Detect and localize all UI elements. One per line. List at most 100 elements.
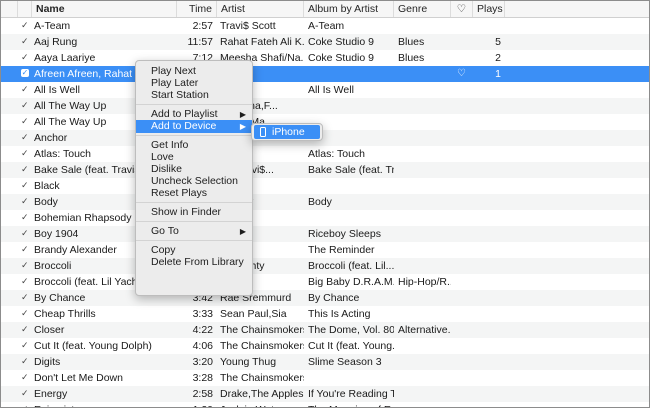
checkbox-checked-icon[interactable]: ✓	[21, 165, 30, 174]
song-genre: Hip-Hop/R...	[398, 276, 451, 288]
checkbox-checked-icon[interactable]: ✓	[21, 149, 30, 158]
song-time: 4:06	[192, 340, 213, 352]
table-row[interactable]: ✓ Closer 4:22 The Chainsmokers The Dome, Vol…	[1, 322, 649, 338]
table-row[interactable]: ✓ Digits 3:20 Young Thug Slime Season 3	[1, 354, 649, 370]
menu-item-show-in-finder[interactable]: Show in Finder	[136, 206, 252, 219]
checkbox-checked-icon[interactable]: ✓	[21, 373, 30, 382]
menu-item-label: Reset Plays	[151, 187, 208, 199]
table-row[interactable]: ✓Bake Sale (feat. Travis Scotlifa,Travi$…	[1, 162, 649, 178]
submenu-item-label: iPhone	[272, 126, 305, 138]
menu-separator	[136, 104, 252, 105]
column-header-artist[interactable]: Artist	[217, 1, 304, 17]
song-time: 2:57	[192, 20, 213, 32]
song-album: The Dome, Vol. 80	[308, 324, 394, 336]
menu-item-label: Copy	[151, 244, 176, 256]
song-plays	[473, 338, 501, 354]
column-header-bar: Name ⌃ Time Artist Album by Artist Genre…	[1, 1, 649, 18]
column-header-album[interactable]: Album by Artist	[304, 1, 394, 17]
checkbox-checked-icon[interactable]: ✓	[21, 261, 30, 270]
song-time: 2:58	[192, 388, 213, 400]
table-row[interactable]: ✓ Cheap Thrills 3:33 Sean Paul,Sia This Is A…	[1, 306, 649, 322]
song-genre	[398, 194, 451, 210]
menu-item-add-to-device[interactable]: Add to Device ▶	[136, 120, 252, 133]
table-row[interactable]: ✓ Cut It (feat. Young Dolph) 4:06 The Chain…	[1, 338, 649, 354]
column-header-name[interactable]: Name ⌃	[32, 1, 177, 17]
checkbox-checked-icon[interactable]: ✓	[21, 117, 30, 126]
song-plays	[473, 274, 501, 290]
checkbox-checked-icon[interactable]: ✓	[21, 229, 30, 238]
table-row[interactable]: ✓ Afreen Afreen, Rahat Fate 1 ♡	[1, 66, 649, 82]
checkbox-checked-icon[interactable]: ✓	[21, 357, 30, 366]
song-album	[308, 66, 394, 82]
table-row[interactable]: ✓Boy 1904AlexRiceboy Sleeps	[1, 226, 649, 242]
checkbox-checked-icon[interactable]: ✓	[21, 213, 30, 222]
table-row[interactable]: ✓Epicurists1:20Jack in WaterThe Meaning …	[1, 402, 649, 407]
song-name: Don't Let Me Down	[34, 372, 123, 384]
table-row[interactable]: ✓ Aaj Rung 11:57 Rahat Fateh Ali K... Coke S…	[1, 34, 649, 50]
table-row[interactable]: ✓ Brandy Alexander The Reminder	[1, 242, 649, 258]
song-plays	[473, 242, 501, 258]
column-header-time[interactable]: Time	[177, 1, 217, 17]
column-header-check[interactable]	[18, 1, 32, 17]
heart-outline-icon: ♡	[456, 3, 467, 15]
checkbox-checked-icon[interactable]: ✓	[21, 389, 30, 398]
column-header-love[interactable]: ♡	[451, 1, 473, 17]
table-row[interactable]: ✓ Don't Let Me Down 3:28 The Chainsmokers	[1, 370, 649, 386]
table-row[interactable]: ✓BodyDreezyBody	[1, 194, 649, 210]
song-name: Cheap Thrills	[34, 308, 96, 320]
checkbox-checked-icon[interactable]: ✓	[21, 341, 30, 350]
table-row[interactable]: ✓ Bohemian Rhapsody	[1, 210, 649, 226]
table-row[interactable]: ✓BroccoliLil YachtyBroccoli (feat. Lil..…	[1, 258, 649, 274]
checkbox-checked-icon[interactable]: ✓	[21, 293, 30, 302]
table-row[interactable]: ✓ Black	[1, 178, 649, 194]
checkbox-checked-icon[interactable]: ✓	[21, 101, 30, 110]
table-row[interactable]: ✓ Energy 2:58 Drake,The Apples... If You're …	[1, 386, 649, 402]
menu-item-label: Dislike	[151, 163, 182, 175]
column-header-genre[interactable]: Genre	[394, 1, 451, 17]
table-row[interactable]: ✓ By Chance 3:42 Rae Sremmurd By Chance	[1, 290, 649, 306]
table-row[interactable]: ✓ Anchor	[1, 130, 649, 146]
song-genre: Blues	[398, 36, 425, 48]
song-plays	[473, 130, 501, 146]
song-plays	[473, 146, 501, 162]
checkbox-checked-icon[interactable]: ✓	[21, 277, 30, 286]
song-album: Riceboy Sleeps	[308, 228, 381, 240]
menu-item-reset-plays[interactable]: Reset Plays	[136, 187, 252, 200]
menu-item-label: Delete From Library	[151, 256, 244, 268]
checkbox-checked-icon[interactable]: ✓	[21, 85, 30, 94]
menu-item-delete-from-library[interactable]: Delete From Library	[136, 256, 252, 269]
column-header-plays[interactable]: Plays	[473, 1, 505, 17]
menu-item-start-station[interactable]: Start Station	[136, 89, 252, 102]
song-genre	[398, 18, 451, 34]
submenu-item-iphone[interactable]: iPhone	[254, 125, 320, 139]
table-row[interactable]: ✓All Is WellshamAll Is Well	[1, 82, 649, 98]
menu-item-go-to[interactable]: Go To ▶	[136, 225, 252, 238]
song-plays	[473, 114, 501, 130]
table-row[interactable]: ✓All The Way UpMontana,F...	[1, 98, 649, 114]
checkbox-checked-icon[interactable]: ✓	[21, 197, 30, 206]
table-row[interactable]: ✓ Aaya Laariye 7:12 Meesha Shafi/Na... Coke …	[1, 50, 649, 66]
table-row[interactable]: ✓ Broccoli (feat. Lil Yachty) Big Baby D.R…	[1, 274, 649, 290]
song-genre	[398, 290, 451, 306]
song-genre	[398, 242, 451, 258]
menu-item-label: Love	[151, 151, 174, 163]
checkbox-checked-icon[interactable]: ✓	[21, 37, 30, 46]
checkbox-checked-icon[interactable]: ✓	[21, 69, 29, 77]
checkbox-checked-icon[interactable]: ✓	[21, 309, 30, 318]
table-row[interactable]: ✓Atlas: TouchAt LastAtlas: Touch	[1, 146, 649, 162]
checkbox-checked-icon[interactable]: ✓	[21, 245, 30, 254]
song-genre	[398, 386, 451, 402]
checkbox-checked-icon[interactable]: ✓	[21, 325, 30, 334]
table-row[interactable]: ✓ A-Team 2:57 Travi$ Scott A-Team	[1, 18, 649, 34]
checkbox-checked-icon[interactable]: ✓	[21, 53, 30, 62]
table-row[interactable]: ✓All The Way UpRemy Ma,...	[1, 114, 649, 130]
song-plays	[473, 194, 501, 210]
song-album: Coke Studio 9	[308, 36, 374, 48]
menu-separator	[136, 240, 252, 241]
checkbox-checked-icon[interactable]: ✓	[21, 21, 30, 30]
heart-icon[interactable]: ♡	[457, 66, 466, 82]
checkbox-checked-icon[interactable]: ✓	[21, 181, 30, 190]
column-header-name-label: Name	[36, 3, 65, 15]
song-genre	[398, 114, 451, 130]
checkbox-checked-icon[interactable]: ✓	[21, 133, 30, 142]
